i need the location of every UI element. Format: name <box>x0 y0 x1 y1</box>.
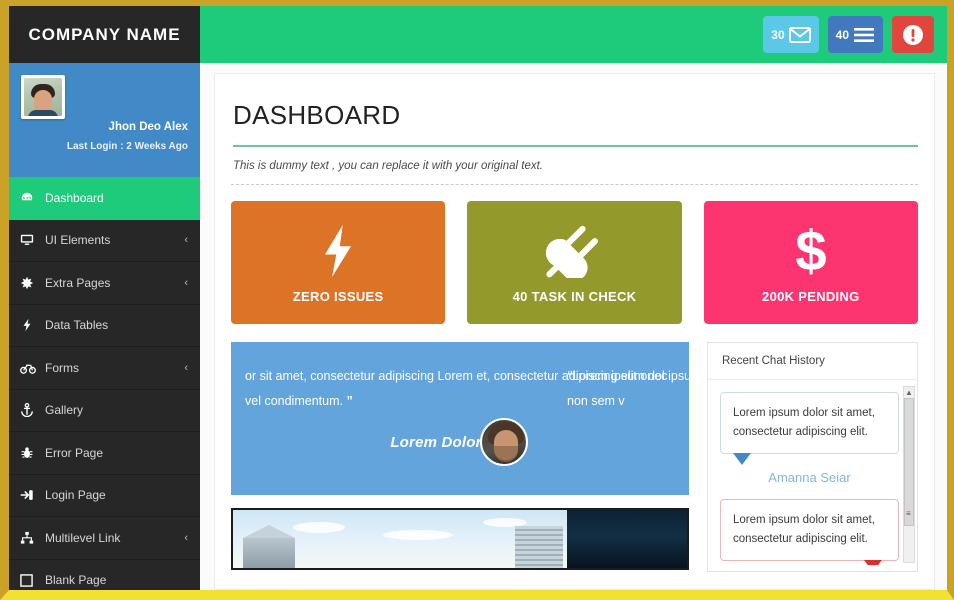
header-actions: 30 40 <box>200 6 947 63</box>
stat-card-label: 200K PENDING <box>762 288 860 304</box>
bubble-tail-icon <box>733 453 751 465</box>
square-icon <box>20 573 41 587</box>
testimonial-avatar <box>479 418 528 466</box>
page-title: DASHBOARD <box>233 100 401 130</box>
sidebar-item-label: Data Tables <box>45 318 109 333</box>
envelope-icon <box>788 26 811 43</box>
close-quote-icon: ” <box>346 394 352 408</box>
chevron-left-icon: ‹ <box>184 276 188 289</box>
chat-message-text: Lorem ipsum dolor sit amet, consectetur … <box>733 407 875 438</box>
testimonial-slide-2: “Lorem ipsum dol ipsum dolor sit am mole… <box>567 342 689 495</box>
sidebar-item-label: Extra Pages <box>45 275 111 290</box>
stat-card-label: ZERO ISSUES <box>292 288 384 304</box>
mail-count: 30 <box>771 27 785 42</box>
recent-chat-history-panel: Recent Chat History Lorem ipsum dolor si… <box>707 342 918 572</box>
bicycle-icon <box>20 361 41 375</box>
main-content: DASHBOARD This is dummy text , you can r… <box>200 63 947 590</box>
dollar-icon: $ <box>791 222 831 280</box>
avatar <box>21 75 65 119</box>
sidebar-item-label: Multilevel Link <box>45 530 121 545</box>
sidebar-item-error-page[interactable]: Error Page <box>9 432 200 475</box>
chat-column: Recent Chat History Lorem ipsum dolor si… <box>707 342 918 572</box>
plug-icon <box>545 222 603 280</box>
chat-bubble[interactable]: Lorem ipsum dolor sit amet, consectetur … <box>720 392 899 465</box>
content-panel: DASHBOARD This is dummy text , you can r… <box>214 73 935 590</box>
testimonial-carousel[interactable]: or sit amet, consectetur adipiscing Lore… <box>231 342 689 495</box>
user-panel: Jhon Deo Alex Last Login : 2 Weeks Ago <box>9 63 200 177</box>
sidebar-item-label: Blank Page <box>45 573 107 588</box>
sidebar-item-label: Error Page <box>45 445 104 460</box>
stat-cards: ZERO ISSUES 40 TASK IN CHECK $ 200K PEND… <box>231 201 918 324</box>
menu-count: 40 <box>835 27 849 42</box>
sidebar-item-label: Login Page <box>45 488 106 503</box>
title-divider <box>233 145 918 147</box>
chevron-left-icon: ‹ <box>184 361 188 374</box>
chat-message-text: Lorem ipsum dolor sit amet, consectetur … <box>733 514 875 545</box>
stat-card-label: 40 TASK IN CHECK <box>512 288 637 304</box>
chat-message-list: Lorem ipsum dolor sit amet, consectetur … <box>708 380 917 565</box>
svg-text:$: $ <box>795 224 826 278</box>
app-frame: COMPANY NAME 30 40 Jhon Deo Alex Last Lo… <box>9 6 947 590</box>
scroll-up-icon[interactable]: ▲ <box>904 387 914 398</box>
sidebar: Jhon Deo Alex Last Login : 2 Weeks Ago D… <box>9 63 200 590</box>
chevron-left-icon: ‹ <box>184 234 188 247</box>
page-subtitle: This is dummy text , you can replace it … <box>233 160 543 172</box>
sidebar-item-forms[interactable]: Forms ‹ <box>9 347 200 390</box>
stat-card-pending[interactable]: $ 200K PENDING <box>703 201 918 324</box>
testimonial-author: Lorem Dolor <box>390 433 482 451</box>
sidebar-item-data-tables[interactable]: Data Tables <box>9 305 200 347</box>
dashboard-icon <box>20 191 41 205</box>
bolt-icon <box>20 318 41 332</box>
brand-logo[interactable]: COMPANY NAME <box>9 6 200 63</box>
sidebar-item-extra-pages[interactable]: Extra Pages ‹ <box>9 262 200 305</box>
sign-in-icon <box>20 488 41 502</box>
sidebar-item-blank-page[interactable]: Blank Page <box>9 560 200 591</box>
bolt-icon <box>316 222 360 280</box>
bars-icon <box>853 27 875 43</box>
scrollbar-thumb[interactable] <box>904 398 914 526</box>
testimonial-text: Lorem ipsum dol ipsum dolor sit am moles… <box>567 369 689 408</box>
desktop-icon <box>20 233 41 247</box>
section-divider <box>231 184 918 185</box>
scrollbar-grip-icon: ≡ <box>906 509 911 518</box>
stat-card-task-in-check[interactable]: 40 TASK IN CHECK <box>467 201 682 324</box>
exclamation-circle-icon <box>902 24 924 46</box>
testimonial-column: or sit amet, consectetur adipiscing Lore… <box>231 342 689 572</box>
chat-author-name: Amanna Seiar <box>768 470 851 485</box>
anchor-icon <box>20 403 41 418</box>
sidebar-item-label: UI Elements <box>45 233 111 248</box>
sidebar-item-ui-elements[interactable]: UI Elements ‹ <box>9 220 200 262</box>
stat-card-zero-issues[interactable]: ZERO ISSUES <box>231 201 446 324</box>
chat-bubble[interactable]: Lorem ipsum dolor sit amet, consectetur … <box>720 499 899 565</box>
chat-panel-title: Recent Chat History <box>708 343 917 380</box>
sidebar-item-label: Gallery <box>45 403 84 418</box>
lower-row: or sit amet, consectetur adipiscing Lore… <box>231 342 918 572</box>
user-name: Jhon Deo Alex <box>108 121 188 133</box>
sidebar-item-dashboard[interactable]: Dashboard <box>9 177 200 220</box>
bubble-tail-icon <box>864 560 882 565</box>
city-buildings-photo[interactable] <box>231 508 689 570</box>
alert-button[interactable] <box>892 16 934 53</box>
chevron-left-icon: ‹ <box>184 531 188 544</box>
sidebar-item-login-page[interactable]: Login Page <box>9 475 200 517</box>
user-last-login: Last Login : 2 Weeks Ago <box>66 141 188 152</box>
sidebar-item-gallery[interactable]: Gallery <box>9 390 200 432</box>
app-window: COMPANY NAME 30 40 Jhon Deo Alex Last Lo… <box>0 0 954 600</box>
puzzle-icon <box>20 276 41 290</box>
photo-dark-panel <box>567 510 687 568</box>
sidebar-item-multilevel-link[interactable]: Multilevel Link ‹ <box>9 517 200 560</box>
mail-button[interactable]: 30 <box>763 16 819 53</box>
bug-icon <box>20 446 41 460</box>
chat-scrollbar[interactable]: ▲ ≡ <box>903 386 915 563</box>
menu-button[interactable]: 40 <box>827 16 883 53</box>
sitemap-icon <box>20 531 41 545</box>
sidebar-item-label: Dashboard <box>45 191 104 206</box>
sidebar-item-label: Forms <box>45 360 79 375</box>
top-bar: COMPANY NAME 30 40 <box>9 6 947 63</box>
sidebar-nav: Dashboard UI Elements ‹ Extra Pages ‹ Da… <box>9 177 200 590</box>
